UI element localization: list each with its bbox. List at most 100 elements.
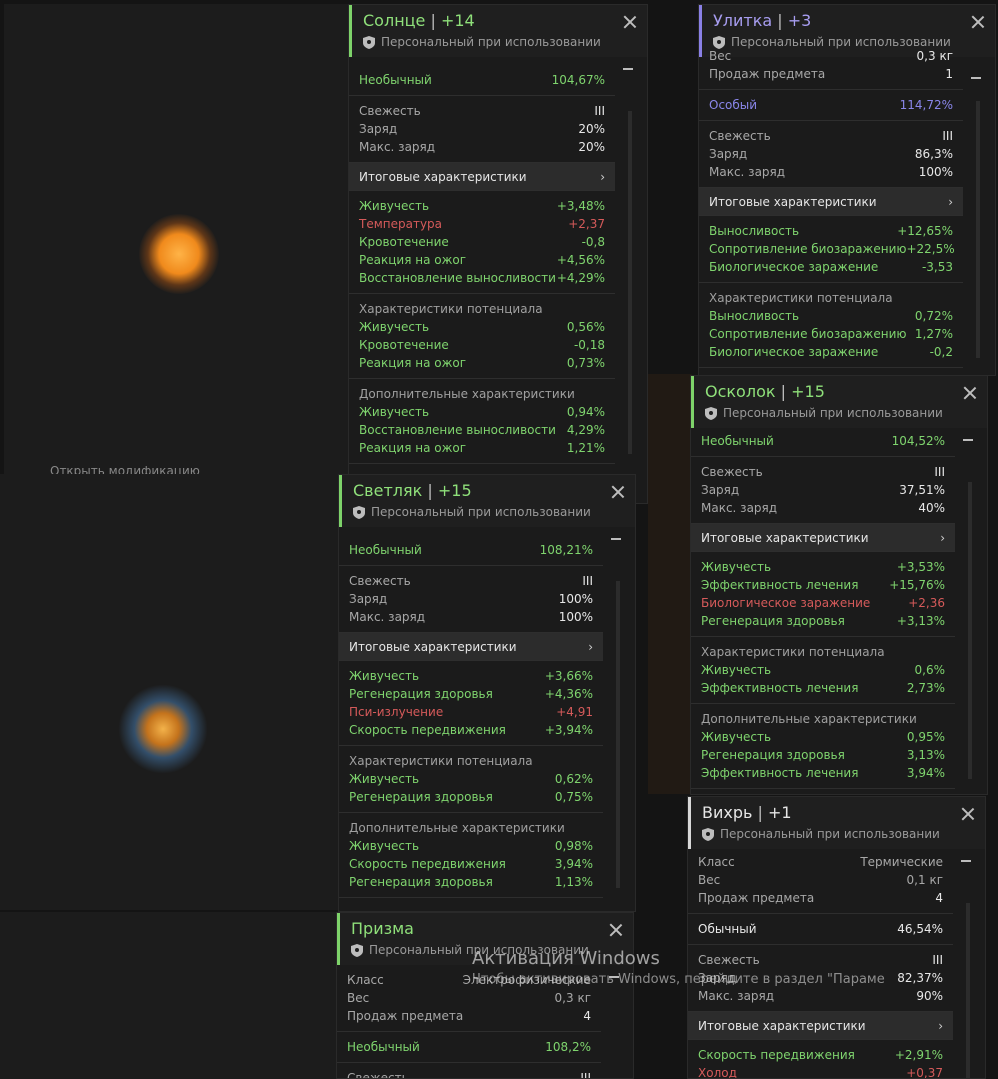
stat-row: Кровотечение -0,18 <box>359 338 605 352</box>
stat-row: Свежесть III <box>701 465 945 479</box>
sun-artifact-image <box>139 214 219 294</box>
stat-row: Живучесть 0,6% <box>701 663 945 677</box>
close-icon[interactable] <box>623 15 637 29</box>
stat-row: Сопротивление биозаражению 1,27% <box>709 327 953 341</box>
item-name: Вихрь | +1 <box>702 803 792 822</box>
stat-row: Свежесть III <box>349 574 593 588</box>
section-title: Характеристики потенциала <box>359 302 543 316</box>
stat-row: Продаж предмета 4 <box>698 891 943 905</box>
total-stats-button[interactable]: Итоговые характеристики › <box>699 188 963 216</box>
stat-row: Заряд 20% <box>359 122 605 136</box>
chevron-right-icon: › <box>600 169 605 184</box>
stat-row: Живучесть 0,95% <box>701 730 945 744</box>
stat-row: Свежесть III <box>698 953 943 967</box>
stat-row: Живучесть +3,66% <box>349 669 593 683</box>
stat-row: Выносливость +12,65% <box>709 224 953 238</box>
stat-row: Живучесть +3,53% <box>701 560 945 574</box>
stat-row: Регенерация здоровья 1,13% <box>349 875 593 889</box>
stat-row: Вес 0,3 кг <box>709 49 953 63</box>
item-name: Призма <box>351 919 414 938</box>
stat-row: Макс. заряд 90% <box>698 989 943 1003</box>
close-icon[interactable] <box>961 807 975 821</box>
tooltip-whirl: Вихрь | +1 Персональный при использовани… <box>687 796 986 1079</box>
stat-row: Макс. заряд 40% <box>701 501 945 515</box>
chevron-right-icon: › <box>940 530 945 545</box>
stat-row: Макс. заряд 100% <box>349 610 593 624</box>
stat-row: Макс. заряд 20% <box>359 140 605 154</box>
scrollbar[interactable] <box>611 538 621 898</box>
stat-row: Продаж предмета 1 <box>709 67 953 81</box>
item-name: Улитка | +3 <box>713 11 812 30</box>
stat-row: Скорость передвижения 3,94% <box>349 857 593 871</box>
total-stats-button[interactable]: Итоговые характеристики › <box>688 1012 953 1040</box>
stat-row: Температура +2,37 <box>359 217 605 231</box>
item-view-sun: Открыть модификацию <box>4 4 348 474</box>
shield-icon <box>705 406 717 420</box>
stat-row: Живучесть 0,62% <box>349 772 593 786</box>
stat-row: Заряд 100% <box>349 592 593 606</box>
quality-row: Необычный 104,67% <box>359 73 605 87</box>
close-icon[interactable] <box>963 386 977 400</box>
section-title: Характеристики потенциала <box>349 754 533 768</box>
stat-row: Скорость передвижения +3,94% <box>349 723 593 737</box>
stat-row: Живучесть 0,98% <box>349 839 593 853</box>
stat-row: Эффективность лечения 3,94% <box>701 766 945 780</box>
stat-row: Свежесть III <box>359 104 605 118</box>
stat-row: Кровотечение -0,8 <box>359 235 605 249</box>
stat-row: Регенерация здоровья 0,75% <box>349 790 593 804</box>
scrollbar[interactable] <box>609 976 619 1078</box>
shield-icon <box>351 943 363 957</box>
section-title: Дополнительные характеристики <box>359 387 575 401</box>
shield-icon <box>702 827 714 841</box>
stat-row: Биологическое заражение +2,36 <box>701 596 945 610</box>
stat-row: Живучесть 0,94% <box>359 405 605 419</box>
total-stats-button[interactable]: Итоговые характеристики › <box>349 163 615 191</box>
shield-icon <box>363 35 375 49</box>
chevron-right-icon: › <box>948 194 953 209</box>
stat-row: Выносливость 0,72% <box>709 309 953 323</box>
stat-row: Восстановление выносливости 4,29% <box>359 423 605 437</box>
scrollbar[interactable] <box>963 439 973 789</box>
stat-row: Биологическое заражение -0,2 <box>709 345 953 359</box>
personal-label: Персональный при использовании <box>702 827 985 841</box>
stat-row: Свежесть III <box>709 129 953 143</box>
quality-row: Обычный 46,54% <box>698 922 943 936</box>
shield-icon <box>353 505 365 519</box>
stat-row: Скорость передвижения +2,91% <box>698 1048 943 1062</box>
tooltip-prism: Призма Персональный при использовании Кл… <box>336 912 634 1079</box>
close-icon[interactable] <box>611 485 625 499</box>
tooltip-header: Осколок | +15 Персональный при использов… <box>691 376 987 428</box>
item-name: Светляк | +15 <box>353 481 472 500</box>
stat-row: Живучесть 0,56% <box>359 320 605 334</box>
total-stats-button[interactable]: Итоговые характеристики › <box>691 524 955 552</box>
firefly-artifact-image <box>118 684 208 774</box>
quality-row: Необычный 104,52% <box>701 434 945 448</box>
tooltip-header: Солнце | +14 Персональный при использова… <box>349 5 647 57</box>
stat-row: Регенерация здоровья +4,36% <box>349 687 593 701</box>
stat-row: Эффективность лечения +15,76% <box>701 578 945 592</box>
item-view-right-bg <box>648 374 692 794</box>
section-title: Дополнительные характеристики <box>701 712 917 726</box>
windows-activation-title: Активация Windows <box>472 948 660 969</box>
stat-row: Макс. заряд 100% <box>709 165 953 179</box>
scrollbar[interactable] <box>971 61 981 368</box>
stat-row: Эффективность лечения 2,73% <box>701 681 945 695</box>
close-icon[interactable] <box>609 923 623 937</box>
chevron-right-icon: › <box>588 639 593 654</box>
open-modification-link[interactable]: Открыть модификацию <box>50 464 200 474</box>
scrollbar[interactable] <box>623 68 633 464</box>
personal-label: Персональный при использовании <box>363 35 647 49</box>
scrollbar[interactable] <box>961 860 971 1078</box>
close-icon[interactable] <box>971 15 985 29</box>
stat-row: Вес 0,1 кг <box>698 873 943 887</box>
tooltip-header: Вихрь | +1 Персональный при использовани… <box>688 797 985 849</box>
windows-activation-subtitle: Чтобы активировать Windows, перейдите в … <box>472 972 885 987</box>
tooltip-snail: Улитка | +3 Персональный при использован… <box>698 4 996 376</box>
chevron-right-icon: › <box>938 1018 943 1033</box>
total-stats-button[interactable]: Итоговые характеристики › <box>339 633 603 661</box>
stat-row: Биологическое заражение -3,53 <box>709 260 953 274</box>
quality-row: Особый 114,72% <box>709 98 953 112</box>
stat-row: Регенерация здоровья 3,13% <box>701 748 945 762</box>
stat-row: Пси-излучение +4,91 <box>349 705 593 719</box>
stat-row: Сопротивление биозаражению +22,5% <box>709 242 955 256</box>
